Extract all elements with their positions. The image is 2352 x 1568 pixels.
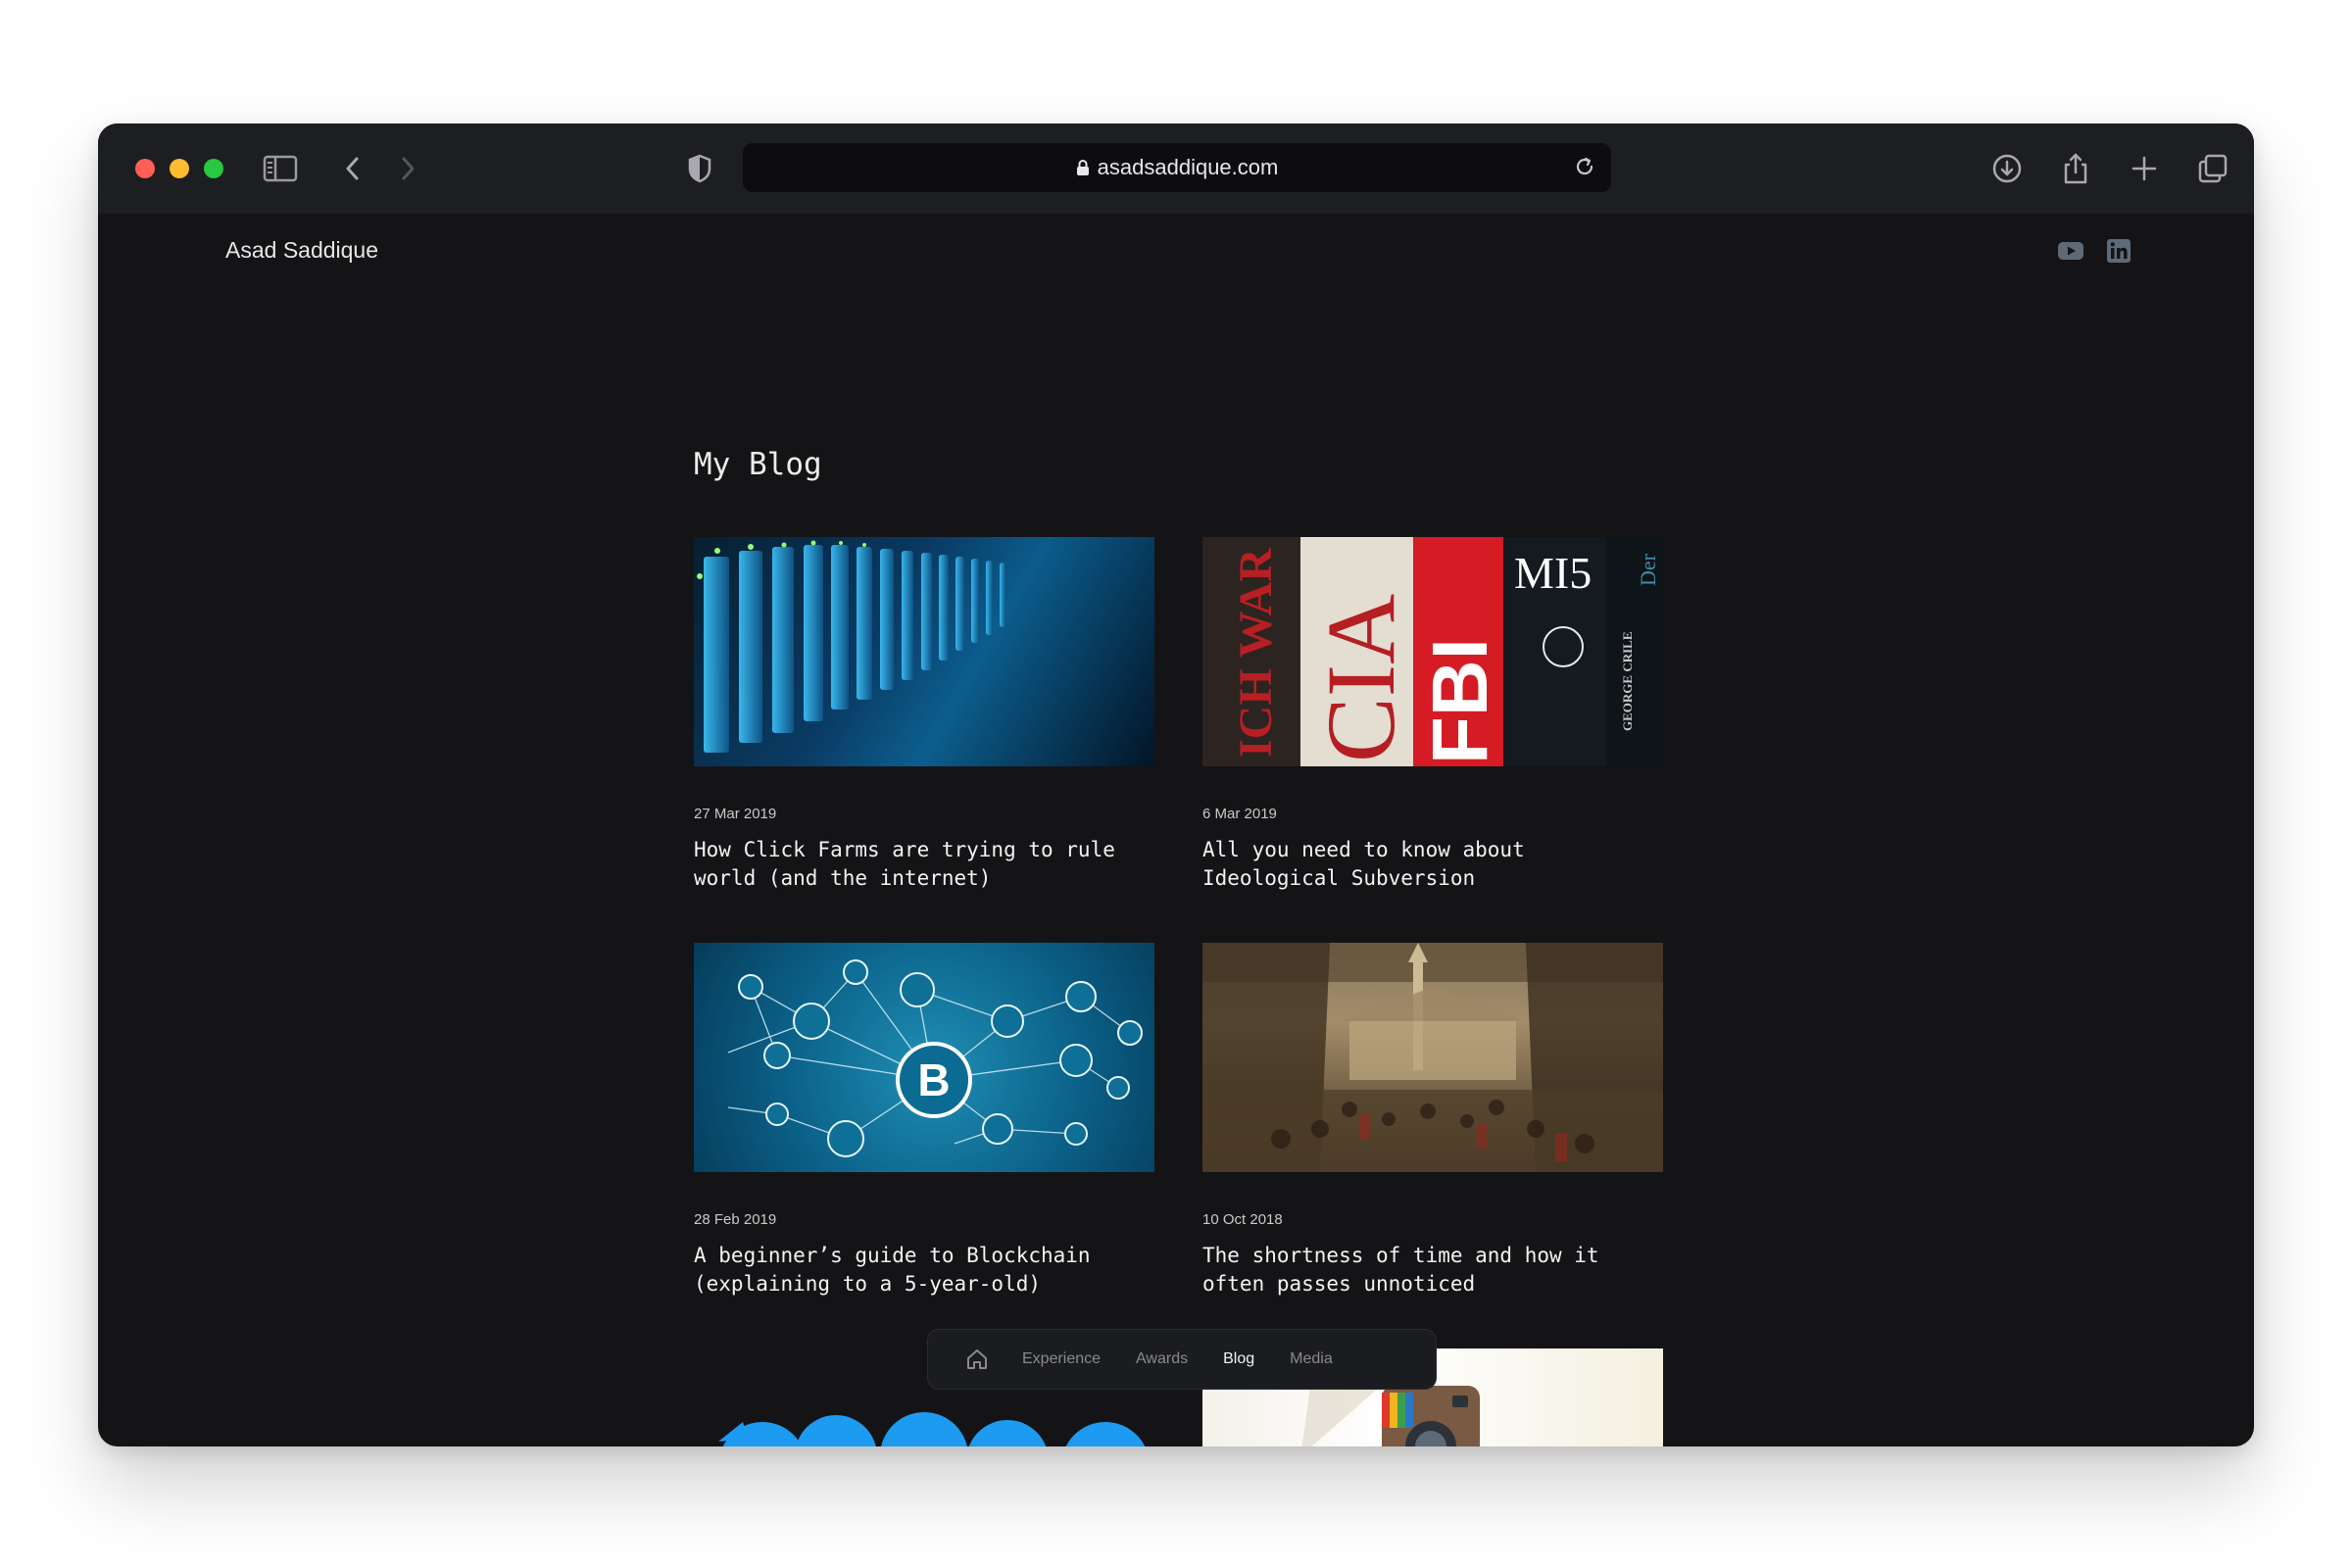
reload-icon[interactable] [1574,156,1595,177]
blog-thumbnail-books[interactable]: ICH WAR JACK CIA FBI MI5 GEORGE CRILE De… [1202,537,1663,766]
post-title[interactable]: A beginner’s guide to Blockchain (explai… [694,1242,1154,1298]
post-title[interactable]: All you need to know about Ideological S… [1202,836,1663,893]
blog-card[interactable]: ICH WAR JACK CIA FBI MI5 GEORGE CRILE De… [1202,537,1663,893]
bitcoin-icon: B [917,1054,950,1105]
address-bar[interactable]: asadsaddique.com [743,143,1611,192]
nav-item-awards[interactable]: Awards [1136,1350,1188,1368]
book-spine-label: FBI [1416,638,1503,764]
download-icon[interactable] [1987,149,2027,188]
floating-nav: Experience Awards Blog Media [927,1329,1437,1390]
nav-item-blog[interactable]: Blog [1223,1350,1254,1368]
post-date: 10 Oct 2018 [1202,1211,1283,1228]
browser-toolbar: asadsaddique.com [98,123,2254,214]
book-spine-label: MI5 [1514,548,1592,598]
post-title[interactable]: How Click Farms are trying to rule world… [694,836,1154,893]
post-date: 28 Feb 2019 [694,1211,777,1228]
site-name[interactable]: Asad Saddique [225,237,378,264]
blog-card[interactable]: 10 Oct 2018 The shortness of time and ho… [1202,943,1663,1298]
blog-card[interactable]: 27 Mar 2019 How Click Farms are trying t… [694,537,1154,893]
book-spine-label: ICH WAR JACK [1230,537,1282,758]
tabs-overview-icon[interactable] [2193,149,2232,188]
nav-item-media[interactable]: Media [1290,1350,1333,1368]
back-icon[interactable] [333,149,372,188]
nav-item-experience[interactable]: Experience [1022,1350,1101,1368]
share-icon[interactable] [2056,149,2095,188]
minimize-window-button[interactable] [170,159,189,178]
forward-icon[interactable] [388,149,427,188]
post-date: 27 Mar 2019 [694,806,777,822]
zoom-window-button[interactable] [204,159,223,178]
browser-window: asadsaddique.com Asad Saddique My Blog 2… [98,123,2254,1446]
lock-icon [1076,159,1090,176]
close-window-button[interactable] [135,159,155,178]
blog-thumbnail-bazaar-painting[interactable] [1202,943,1663,1172]
youtube-icon[interactable] [2057,237,2084,265]
blog-thumbnail-servers[interactable] [694,537,1154,766]
home-icon[interactable] [963,1346,991,1373]
shield-icon[interactable] [680,149,719,188]
book-spine-label: GEORGE CRILE [1620,632,1635,732]
new-tab-icon[interactable] [2125,149,2164,188]
post-title[interactable]: The shortness of time and how it often p… [1202,1242,1663,1298]
blog-thumbnail-blockchain[interactable]: B [694,943,1154,1172]
page-title: My Blog [694,447,822,482]
blog-card[interactable]: B 28 Feb 2019 A beginner’s guide to Bloc… [694,943,1154,1298]
book-spine-label: CIA [1306,594,1415,762]
post-date: 6 Mar 2019 [1202,806,1277,822]
url-text: asadsaddique.com [1097,155,1279,179]
sidebar-icon[interactable] [261,149,300,188]
book-spine-label: Der [1636,553,1660,586]
linkedin-icon[interactable] [2105,237,2132,265]
